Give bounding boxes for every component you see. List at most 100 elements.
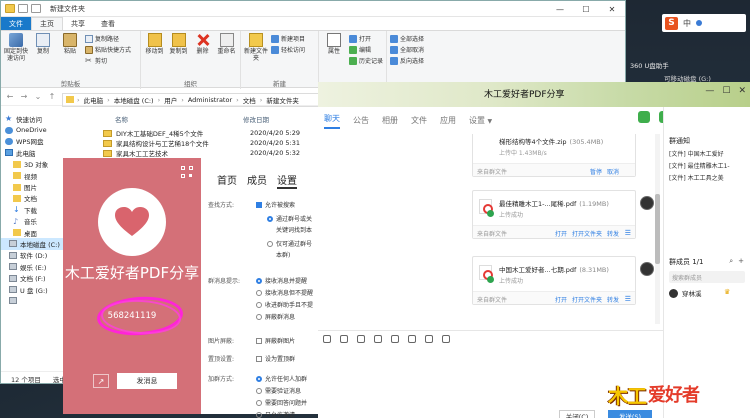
file-message-card[interactable]: 最佳精雕木工1-...尾稀.pdf (1.19MB) 上传成功 来自群文件 打开 打开文件…: [472, 190, 636, 239]
chat-scrollbar[interactable]: [655, 134, 660, 324]
file-action-link[interactable]: 转发: [607, 295, 619, 304]
file-row[interactable]: DIY木工基础DEF_4稀5个文件 2020/4/20 5:29: [97, 128, 300, 138]
search-option-1[interactable]: 通过群号或关: [267, 214, 312, 223]
emoji-icon[interactable]: [323, 334, 331, 343]
notify-opts-radio[interactable]: 收进群助手且不提: [256, 300, 313, 309]
sidebar-item[interactable]: U 盘 (G:): [1, 284, 67, 295]
sender-avatar[interactable]: [640, 196, 654, 210]
up-arrow-icon[interactable]: ↑: [47, 92, 57, 101]
menu-lines-icon[interactable]: ☰: [625, 295, 631, 303]
file-action-link[interactable]: 打开: [555, 295, 567, 304]
ime-mode-label[interactable]: 中: [683, 18, 691, 29]
tab-files[interactable]: 文件: [411, 115, 427, 126]
sidebar-item[interactable]: 桌面: [1, 227, 67, 238]
sidebar-item[interactable]: WPS网盘: [1, 136, 67, 147]
breadcrumb-separator-icon[interactable]: ›: [158, 96, 161, 104]
breadcrumb-separator-icon[interactable]: ›: [77, 96, 80, 104]
invert-selection-button[interactable]: 反向选择: [390, 56, 424, 65]
join-opts-radio[interactable]: 允许任何人加群: [256, 374, 307, 383]
qr-code-icon[interactable]: [181, 166, 193, 178]
chat-close-button[interactable]: ✕: [738, 86, 746, 96]
quick-access-check-icon[interactable]: [18, 4, 28, 13]
minimize-button[interactable]: —: [547, 1, 573, 17]
tab-apps[interactable]: 应用: [440, 115, 456, 126]
notice-item[interactable]: [文件] 最佳精雕木工1-: [669, 161, 730, 170]
search-option-2[interactable]: 仅可通过群号: [267, 239, 312, 248]
sidebar-item[interactable]: 视频: [1, 170, 67, 181]
tab-album[interactable]: 相册: [382, 115, 398, 126]
column-name[interactable]: 名称: [97, 114, 243, 124]
paste-shortcut-button[interactable]: 粘贴快捷方式: [85, 45, 131, 54]
join-opts-radio[interactable]: 需要回答问题并: [256, 398, 307, 407]
open-button[interactable]: 打开: [348, 34, 383, 43]
join-opts-radio[interactable]: 只允许邀请: [256, 410, 295, 418]
cut-button[interactable]: ✂ 剪切: [85, 56, 131, 65]
file-row[interactable]: 家具木工工艺技术 2020/4/20 5:32: [97, 148, 300, 158]
notify-opts-radio[interactable]: 接收消息并提醒: [256, 276, 307, 285]
notify-opts-radio[interactable]: 接收消息但不提醒: [256, 288, 313, 297]
sidebar-item[interactable]: OneDrive: [1, 124, 67, 135]
select-none-button[interactable]: 全部取消: [390, 45, 424, 54]
member-item[interactable]: 穿林溪: [669, 288, 702, 298]
add-member-icon[interactable]: +: [738, 257, 744, 266]
close-chat-button[interactable]: 关闭(C): [559, 410, 595, 418]
back-arrow-icon[interactable]: ←: [5, 92, 15, 101]
breadcrumb-item[interactable]: 文档: [243, 95, 256, 105]
sidebar-item[interactable]: ★ 快速访问: [1, 113, 67, 124]
breadcrumb-item[interactable]: 新建文件夹: [266, 95, 299, 105]
tab-settings[interactable]: 设置: [277, 172, 297, 189]
share-button[interactable]: ↗: [93, 374, 109, 388]
tab-members[interactable]: 成员: [247, 172, 267, 189]
breadcrumb-separator-icon[interactable]: ›: [236, 96, 239, 104]
file-action-link[interactable]: 打开: [555, 229, 567, 238]
file-message-card[interactable]: 梯形结构等4个文件.zip (305.4MB) 上传中 1.43MB/s 来自群文件 暂…: [472, 134, 636, 177]
notice-item[interactable]: [文件] 中国木工爱好: [669, 149, 724, 158]
mic-icon[interactable]: [425, 334, 433, 343]
close-button[interactable]: ✕: [599, 1, 625, 17]
pin-top-checkbox[interactable]: 设为置顶群: [256, 354, 295, 363]
image-icon[interactable]: [391, 334, 399, 343]
screenshot-scissors-icon[interactable]: [357, 334, 365, 343]
ime-dot-icon[interactable]: [696, 20, 702, 26]
scrollbar-thumb[interactable]: [655, 194, 660, 264]
properties-button[interactable]: 属性: [322, 33, 346, 87]
file-message-card[interactable]: 中国木工爱好者...七期.pdf (8.31MB) 上传成功 来自群文件 打开 打开文件夹…: [472, 256, 636, 305]
tab-view[interactable]: 查看: [93, 17, 123, 30]
breadcrumb-item[interactable]: 此电脑: [84, 95, 104, 105]
tab-home[interactable]: 主页: [31, 17, 63, 30]
chat-maximize-button[interactable]: ☐: [722, 86, 730, 96]
quick-access-folder-icon[interactable]: [31, 4, 41, 13]
breadcrumb-separator-icon[interactable]: ›: [260, 96, 263, 104]
edit-button[interactable]: 编辑: [348, 45, 383, 54]
breadcrumb-separator-icon[interactable]: ›: [181, 96, 184, 104]
maximize-button[interactable]: ☐: [573, 1, 599, 17]
sidebar-item[interactable]: 3D 对象: [1, 159, 67, 170]
file-row[interactable]: 家具结构设计与工艺稀18个文件 2020/4/20 5:31: [97, 138, 300, 148]
shake-icon[interactable]: [408, 334, 416, 343]
phone-icon[interactable]: [638, 111, 650, 123]
select-all-button[interactable]: 全部选择: [390, 34, 424, 43]
sogou-ime-icon[interactable]: S: [665, 16, 678, 30]
breadcrumb-separator-icon[interactable]: ›: [107, 96, 110, 104]
forward-arrow-icon[interactable]: →: [19, 92, 29, 101]
block-pictures-checkbox[interactable]: 屏蔽群图片: [256, 336, 295, 345]
sidebar-item[interactable]: 此电脑: [1, 147, 67, 158]
tab-announcement[interactable]: 公告: [353, 115, 369, 126]
tab-file[interactable]: 文件: [1, 17, 31, 30]
easy-access-button[interactable]: 轻松访问: [271, 45, 305, 54]
address-path-box[interactable]: › 此电脑 › 本地磁盘 (C:) › 用户 › Administrator › 文档 › 新建文件夹: [62, 93, 352, 107]
history-chevron-icon[interactable]: ⌄: [33, 92, 43, 101]
chat-minimize-button[interactable]: —: [705, 86, 714, 96]
sidebar-item[interactable]: 图片: [1, 181, 67, 192]
file-action-link[interactable]: 转发: [607, 229, 619, 238]
file-icon[interactable]: [374, 334, 382, 343]
gif-icon[interactable]: [340, 334, 348, 343]
breadcrumb-item[interactable]: 用户: [164, 95, 177, 105]
notice-item[interactable]: [文件] 木工工具之美: [669, 173, 724, 182]
copy-path-button[interactable]: 复制路径: [85, 34, 131, 43]
sidebar-item[interactable]: 本地磁盘 (C:): [1, 238, 67, 250]
sidebar-item[interactable]: 文档 (F:): [1, 272, 67, 283]
sidebar-item[interactable]: 文档: [1, 193, 67, 204]
ime-toolbar[interactable]: S 中: [662, 14, 746, 32]
join-opts-radio[interactable]: 需要验证消息: [256, 386, 301, 395]
